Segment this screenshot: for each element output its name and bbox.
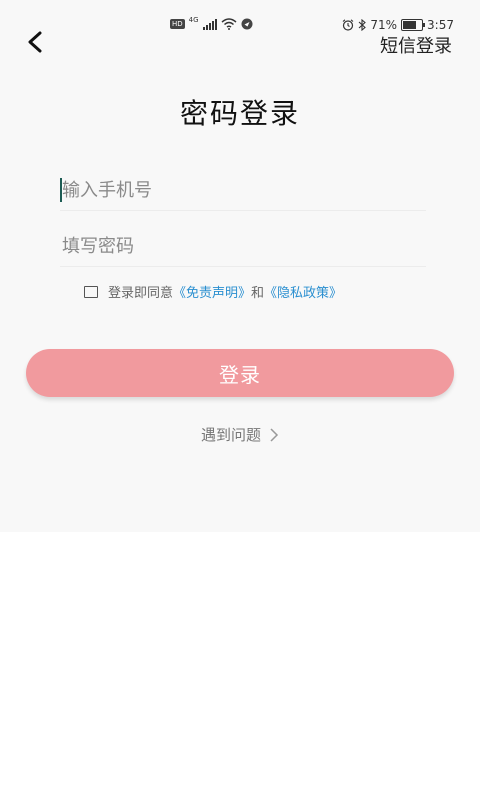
agreement-row: 登录即同意 《免责声明》 和 《隐私政策》 [84,282,342,301]
alarm-icon [343,19,354,31]
agreement-and: 和 [251,286,265,301]
disclaimer-link[interactable]: 《免责声明》 [173,282,251,301]
battery-percent: 71% [370,18,398,32]
battery-icon [401,19,426,31]
password-input[interactable] [60,226,426,266]
phone-input[interactable] [60,170,426,210]
status-right: 71% 3:57 [342,18,454,32]
login-button[interactable]: 登录 [26,349,454,397]
chevron-left-icon [28,31,42,53]
network-type-label: 4G [188,16,199,24]
password-field [60,226,426,267]
login-screen: HD 4G 71% 3:57 短信登录 密码登录 输入手机号 登录即同意 《免责… [0,0,480,532]
help-label: 遇到问题 [200,426,261,444]
wifi-icon [221,18,237,30]
privacy-policy-link[interactable]: 《隐私政策》 [264,282,342,301]
agreement-checkbox[interactable] [84,285,98,298]
signal-icon [202,18,217,30]
text-cursor [60,178,62,202]
status-center: HD 4G [170,16,253,30]
sms-login-link[interactable]: 短信登录 [380,32,452,58]
help-link[interactable]: 遇到问题 [0,424,480,445]
hd-badge: HD [170,19,185,29]
battery-fill [403,21,416,29]
agreement-prefix: 登录即同意 [108,286,174,301]
phone-field [60,170,426,211]
bluetooth-icon [359,19,367,31]
page-title: 密码登录 [179,97,300,130]
notification-icon [241,18,253,30]
back-button[interactable] [22,28,50,56]
chevron-right-icon [270,427,279,442]
status-time: 3:57 [427,18,454,32]
